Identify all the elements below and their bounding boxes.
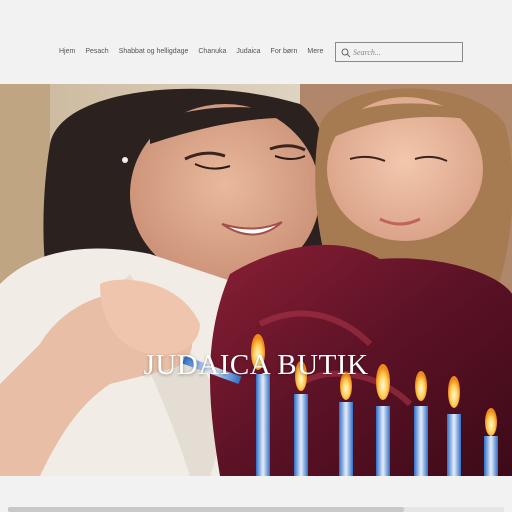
search-box[interactable] [335,42,463,62]
hero-banner: JUDAICA BUTIK [0,84,512,476]
nav-item-hjem[interactable]: Hjem [59,48,75,55]
nav-item-judaica[interactable]: Judaica [236,48,260,55]
site-header: Hjem Pesach Shabbat og helligdage Chanuk… [0,0,512,84]
nav-item-pesach[interactable]: Pesach [85,48,108,55]
nav-item-shabbat[interactable]: Shabbat og helligdage [119,48,189,55]
hero-title: JUDAICA BUTIK [143,349,369,381]
horizontal-scrollbar-thumb[interactable] [8,507,404,512]
search-icon [341,48,351,58]
nav-item-mere[interactable]: Mere [307,48,323,55]
nav-item-for-born[interactable]: For børn [271,48,298,55]
hero-photo [0,84,512,476]
search-input[interactable] [353,45,457,59]
nav-item-chanuka[interactable]: Chanuka [198,48,226,55]
main-nav: Hjem Pesach Shabbat og helligdage Chanuk… [59,48,323,55]
